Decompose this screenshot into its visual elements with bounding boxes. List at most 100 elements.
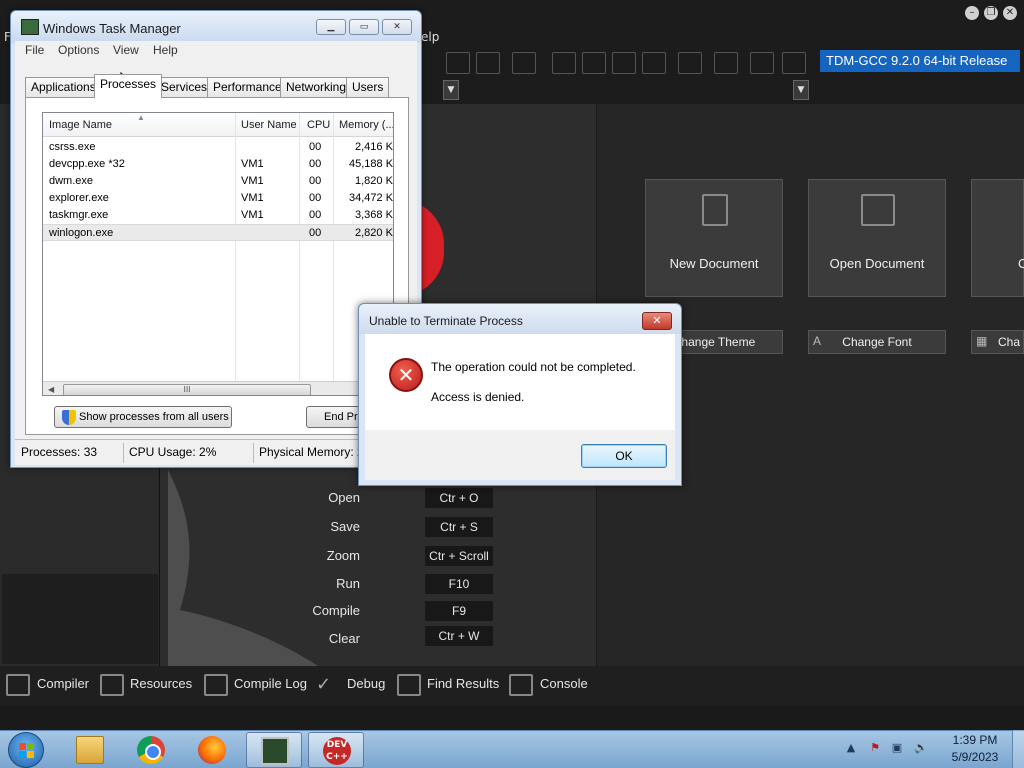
tab-console[interactable]: Console (540, 676, 588, 691)
change-other-button[interactable]: ▦ Cha (971, 330, 1024, 354)
maximize-icon[interactable]: ▭ (349, 19, 379, 35)
column-image-name[interactable]: Image Name (49, 119, 112, 131)
dialog-title: Unable to Terminate Process (369, 314, 523, 328)
column-memory[interactable]: Memory (... (339, 119, 393, 131)
process-user: VM1 (241, 175, 264, 187)
show-hidden-icons-icon[interactable]: ▲ (844, 741, 858, 755)
minimize-icon[interactable]: – (965, 6, 979, 20)
ok-button[interactable]: OK (581, 444, 667, 468)
devcpp-statusbar (0, 706, 1024, 730)
table-row[interactable]: dwm.exe VM1 00 1,820 K (43, 173, 393, 190)
shortcut-key: F9 (425, 601, 493, 621)
table-row[interactable]: taskmgr.exe VM1 00 3,368 K (43, 207, 393, 224)
process-cpu: 00 (309, 192, 322, 204)
menu-help[interactable]: elp (421, 30, 439, 44)
tab-compiler[interactable]: Compiler (37, 676, 89, 691)
process-memory: 1,820 K (355, 175, 393, 187)
chart-icon[interactable] (750, 52, 774, 74)
tab-compile-log[interactable]: Compile Log (234, 676, 307, 691)
unindent-icon[interactable] (476, 52, 500, 74)
chevron-down-icon[interactable]: ▼ (793, 80, 809, 100)
shortcut-label: Zoom (326, 548, 360, 563)
grid-icon[interactable] (552, 52, 576, 74)
tab-performance[interactable]: Performance (207, 77, 288, 97)
error-dialog: Unable to Terminate Process ✕ ✕ The oper… (358, 303, 682, 486)
menu-view[interactable]: View (113, 43, 139, 57)
show-all-processes-button[interactable]: Show processes from all users (54, 406, 232, 428)
volume-icon[interactable]: 🔈 (914, 741, 928, 755)
compile-log-icon (204, 674, 228, 696)
check-icon[interactable] (678, 52, 702, 74)
processes-panel: Image Name ▲ User Name CPU Memory (... c… (25, 97, 409, 435)
task-manager-body: Applications Processes Services Performa… (15, 61, 417, 439)
shortcut-label: Clear (328, 631, 360, 646)
process-name: devcpp.exe *32 (49, 158, 125, 170)
menu-help[interactable]: Help (153, 43, 178, 57)
clock-time[interactable]: 1:39 PM (952, 733, 998, 747)
taskbar-devcpp[interactable]: DEV C++ (308, 732, 364, 768)
chevron-down-icon[interactable]: ▼ (443, 80, 459, 100)
error-dialog-titlebar[interactable]: Unable to Terminate Process ✕ (359, 304, 681, 334)
taskbar-chrome[interactable] (123, 732, 179, 768)
tab-networking[interactable]: Networking (280, 77, 353, 97)
cancel-icon[interactable] (782, 52, 806, 74)
horizontal-scrollbar[interactable]: ◀ III (43, 381, 393, 395)
tab-processes[interactable]: Processes (94, 74, 163, 98)
open-document-tile[interactable]: Open Document (808, 179, 946, 297)
error-message: The operation could not be completed. (431, 360, 636, 374)
tab-resources[interactable]: Resources (130, 676, 192, 691)
menu-file[interactable]: File (25, 43, 44, 57)
menubar: File Options View Help (15, 41, 417, 61)
maximize-icon[interactable]: ❐ (984, 6, 998, 20)
process-user: VM1 (241, 158, 264, 170)
third-tile[interactable]: C (971, 179, 1024, 297)
task-manager-titlebar[interactable]: Windows Task Manager ▁ ▭ ✕ (11, 11, 421, 43)
column-cpu[interactable]: CPU (307, 119, 330, 131)
close-icon[interactable]: ✕ (1003, 6, 1017, 20)
process-list[interactable]: Image Name ▲ User Name CPU Memory (... c… (42, 112, 394, 396)
tab-applications[interactable]: Applications (25, 77, 102, 97)
tab-find-results[interactable]: Find Results (427, 676, 499, 691)
debug-check-icon: ✓ (316, 674, 332, 695)
tab-users[interactable]: Users (346, 77, 390, 97)
table-row[interactable]: csrss.exe 00 2,416 K (43, 139, 393, 156)
tab-debug[interactable]: Debug (347, 676, 385, 691)
comment-icon[interactable] (512, 52, 536, 74)
scroll-left-icon[interactable]: ◀ (48, 385, 54, 394)
taskbar-task-manager[interactable] (246, 732, 302, 768)
window-icon[interactable] (582, 52, 606, 74)
taskbar-firefox[interactable] (184, 732, 240, 768)
action-center-icon[interactable]: ⚑ (868, 741, 882, 755)
scroll-thumb[interactable]: III (63, 384, 311, 395)
indent-icon[interactable] (446, 52, 470, 74)
compile-icon[interactable] (642, 52, 666, 74)
close-icon[interactable]: ✕ (642, 312, 672, 330)
start-button[interactable] (8, 732, 44, 768)
show-desktop-button[interactable] (1012, 730, 1024, 768)
table-row[interactable]: explorer.exe VM1 00 34,472 K (43, 190, 393, 207)
shortcut-label: Save (330, 519, 360, 534)
uac-shield-icon (62, 410, 76, 425)
process-cpu: 00 (309, 175, 322, 187)
close-icon[interactable]: ✕ (382, 19, 412, 35)
network-icon[interactable]: ▣ (890, 741, 904, 755)
new-document-tile[interactable]: New Document (645, 179, 783, 297)
tile-label: C (1018, 256, 1024, 271)
calculator-icon[interactable] (612, 52, 636, 74)
minimize-icon[interactable]: ▁ (316, 19, 346, 35)
column-user-name[interactable]: User Name (241, 119, 297, 131)
windows-logo-icon (27, 743, 34, 750)
process-cpu: 00 (309, 209, 322, 221)
tab-services[interactable]: Services (155, 77, 214, 97)
status-divider (253, 443, 254, 463)
stop-icon[interactable] (714, 52, 738, 74)
change-font-button[interactable]: A Change Font (808, 330, 946, 354)
table-row-selected[interactable]: winlogon.exe 00 2,820 K (43, 224, 393, 241)
table-row[interactable]: devcpp.exe *32 VM1 00 45,188 K (43, 156, 393, 173)
taskbar-explorer[interactable] (62, 732, 118, 768)
compiler-select[interactable]: TDM-GCC 9.2.0 64-bit Release (820, 50, 1020, 72)
clock-date[interactable]: 5/9/2023 (946, 750, 1004, 764)
document-icon (702, 194, 728, 226)
menu-options[interactable]: Options (58, 43, 99, 57)
shortcut-label: Run (336, 576, 360, 591)
